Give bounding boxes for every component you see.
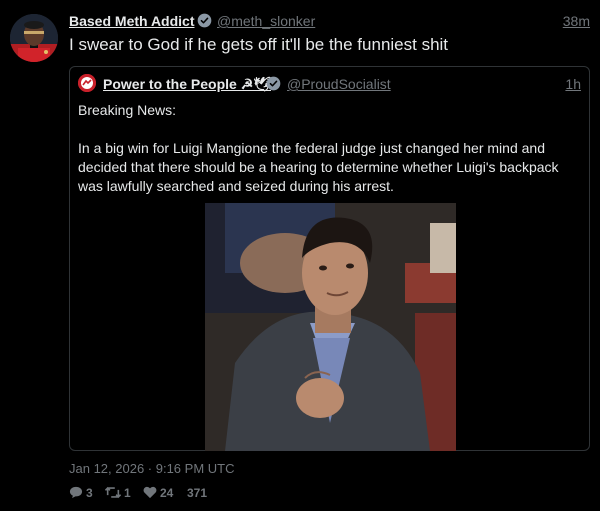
quoted-text-body: In a big win for Luigi Mangione the fede… <box>78 140 559 194</box>
author-handle[interactable]: @meth_slonker <box>217 13 315 29</box>
like-icon <box>143 486 157 499</box>
avatar[interactable] <box>10 14 58 62</box>
retweet-count[interactable]: 1 <box>104 486 131 500</box>
quoted-author-name[interactable]: Power to the People ☭🕊 <box>103 76 271 93</box>
author-name[interactable]: Based Meth Addict <box>69 13 195 29</box>
verified-badge-icon <box>197 13 212 28</box>
tweet-timestamp[interactable]: 38m <box>563 13 590 29</box>
photo-image <box>205 203 456 451</box>
reply-icon <box>69 486 83 499</box>
avatar-image <box>10 14 58 62</box>
tweet-text: I swear to God if he gets off it'll be t… <box>69 35 449 54</box>
tweet-header: Based Meth Addict @meth_slonker 38m <box>69 11 590 31</box>
view-count[interactable]: 371 <box>187 486 207 500</box>
like-count-value: 24 <box>160 486 174 500</box>
view-count-value: 371 <box>187 486 208 500</box>
quoted-tweet[interactable]: Power to the People ☭🕊 @ProudSocialist 1… <box>69 66 590 451</box>
quoted-avatar[interactable] <box>78 74 96 92</box>
retweet-count-value: 1 <box>124 486 131 500</box>
like-count[interactable]: 24 <box>143 486 173 500</box>
verified-badge-icon <box>266 76 281 91</box>
quoted-photo[interactable] <box>205 203 456 451</box>
quoted-text-heading: Breaking News: <box>78 102 177 118</box>
reply-count-value: 3 <box>86 486 93 500</box>
quoted-timestamp[interactable]: 1h <box>565 76 581 92</box>
quoted-author-handle[interactable]: @ProudSocialist <box>287 76 391 92</box>
quoted-avatar-image <box>78 74 96 92</box>
retweet-icon <box>104 486 122 499</box>
quoted-text: Breaking News: In a big win for Luigi Ma… <box>78 101 583 196</box>
reply-count[interactable]: 3 <box>69 486 93 500</box>
tweet-date[interactable]: Jan 12, 2026 · 9:16 PM UTC <box>69 461 234 476</box>
